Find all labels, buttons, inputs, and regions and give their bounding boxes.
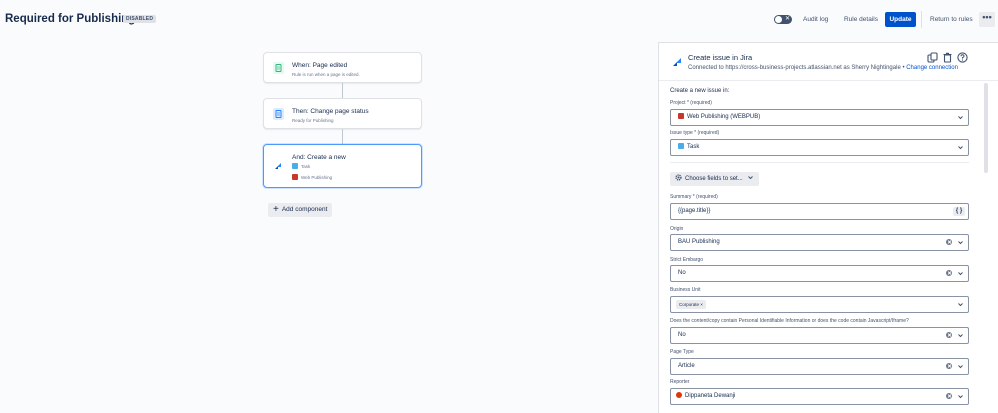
status-badge: DISABLED — [123, 15, 157, 23]
issue-type-label: Issue type * (required) — [670, 130, 720, 136]
clear-icon[interactable] — [946, 393, 952, 399]
remove-chip-icon[interactable]: × — [700, 302, 703, 307]
panel-title: Create issue in Jira — [688, 53, 753, 62]
origin-select[interactable]: BAU Publishing — [670, 234, 969, 251]
config-panel: Create issue in Jira Connected to https:… — [658, 42, 998, 413]
clear-icon[interactable] — [946, 270, 952, 276]
task-icon — [292, 163, 298, 169]
clear-icon[interactable] — [946, 363, 952, 369]
action-title: Then: Change page status — [292, 108, 369, 115]
chevron-down-icon — [958, 272, 963, 276]
action-card-change-status[interactable]: Then: Change page status Ready for Publi… — [263, 98, 422, 129]
panel-actions — [927, 52, 970, 65]
update-button[interactable]: Update — [885, 12, 916, 27]
project-icon — [678, 113, 684, 119]
chevron-down-icon — [958, 116, 963, 120]
flow-connector — [342, 83, 343, 98]
action-card-create-issue[interactable]: And: Create a new Task Web Publishing — [263, 144, 422, 188]
project-line: Web Publishing — [292, 174, 332, 180]
chevron-down-icon — [958, 303, 963, 307]
reporter-select[interactable]: Dippaneta Dewanji — [670, 388, 969, 405]
trigger-subtitle: Rule is run when a page is edited. — [292, 72, 360, 77]
business-unit-label: Business Unit — [670, 287, 701, 293]
clear-icon[interactable] — [946, 332, 952, 338]
clear-icon[interactable] — [946, 239, 952, 245]
gear-icon — [675, 174, 682, 181]
project-label: Project * (required) — [670, 100, 712, 106]
toggle-off-icon: ✕ — [784, 16, 790, 22]
flow-connector — [342, 129, 343, 144]
chevron-down-icon — [958, 334, 963, 338]
trigger-title: When: Page edited — [292, 62, 348, 69]
strict-embargo-label: Strict Embargo — [670, 257, 704, 263]
pii-select[interactable]: No — [670, 327, 969, 344]
page-type-select[interactable]: Article — [670, 358, 969, 375]
chevron-down-icon — [748, 176, 754, 180]
rule-details-button[interactable]: Rule details — [841, 13, 881, 27]
audit-log-button[interactable]: Audit log — [800, 13, 831, 27]
chevron-down-icon — [958, 365, 963, 369]
plus-icon: + — [273, 204, 279, 215]
origin-label: Origin — [670, 226, 684, 232]
project-select[interactable]: Web Publishing (WEBPUB) — [670, 109, 969, 126]
scrollbar-thumb[interactable] — [984, 83, 988, 173]
jira-icon — [273, 160, 284, 172]
duplicate-icon[interactable] — [927, 52, 938, 63]
summary-label: Summary * (required) — [670, 194, 718, 200]
summary-input[interactable]: {{page.title}} { } — [670, 203, 969, 220]
reporter-label: Reporter — [670, 379, 690, 385]
page-icon — [273, 62, 284, 74]
enable-toggle[interactable]: ✕ — [774, 15, 792, 24]
business-unit-chip: Corporate × — [676, 300, 706, 309]
pii-label: Does the content/copy contain Personal I… — [670, 318, 909, 324]
delete-icon[interactable] — [942, 52, 953, 63]
chevron-down-icon — [958, 395, 963, 399]
connection-info: Connected to https://cross-business-proj… — [688, 65, 958, 71]
issue-type-select[interactable]: Task — [670, 139, 969, 156]
panel-divider — [659, 80, 998, 81]
action-subtitle: Ready for Publishing — [292, 118, 334, 123]
help-icon[interactable] — [957, 52, 968, 63]
issue-type-line: Task — [292, 163, 310, 169]
smart-value-icon[interactable]: { } — [953, 207, 965, 216]
section-divider — [670, 162, 969, 163]
jira-icon — [672, 57, 683, 68]
chevron-down-icon — [958, 241, 963, 245]
page-title: Required for Publishing — [5, 13, 136, 25]
business-unit-select[interactable]: Corporate × — [670, 296, 969, 313]
chevron-down-icon — [958, 146, 963, 150]
project-icon — [292, 174, 298, 180]
action-title: And: Create a new — [292, 154, 346, 161]
page-icon — [273, 108, 284, 120]
return-to-rules-button[interactable]: Return to rules — [927, 13, 976, 27]
add-component-button[interactable]: + Add component — [268, 203, 333, 217]
page-header: Required for Publishing DISABLED ✕ Audit… — [0, 0, 998, 38]
toggle-knob — [775, 16, 782, 23]
trigger-card[interactable]: When: Page edited Rule is run when a pag… — [263, 52, 422, 83]
create-lead-text: Create a new issue in: — [670, 88, 730, 94]
strict-embargo-select[interactable]: No — [670, 265, 969, 282]
panel-scrollbar[interactable] — [983, 81, 989, 413]
header-divider — [921, 11, 922, 28]
avatar — [676, 392, 682, 398]
page-type-label: Page Type — [670, 349, 694, 355]
change-connection-link[interactable]: Change connection — [906, 65, 958, 71]
task-icon — [678, 143, 684, 149]
choose-fields-button[interactable]: Choose fields to set... — [670, 172, 760, 186]
more-actions-icon[interactable]: ••• — [979, 12, 995, 27]
